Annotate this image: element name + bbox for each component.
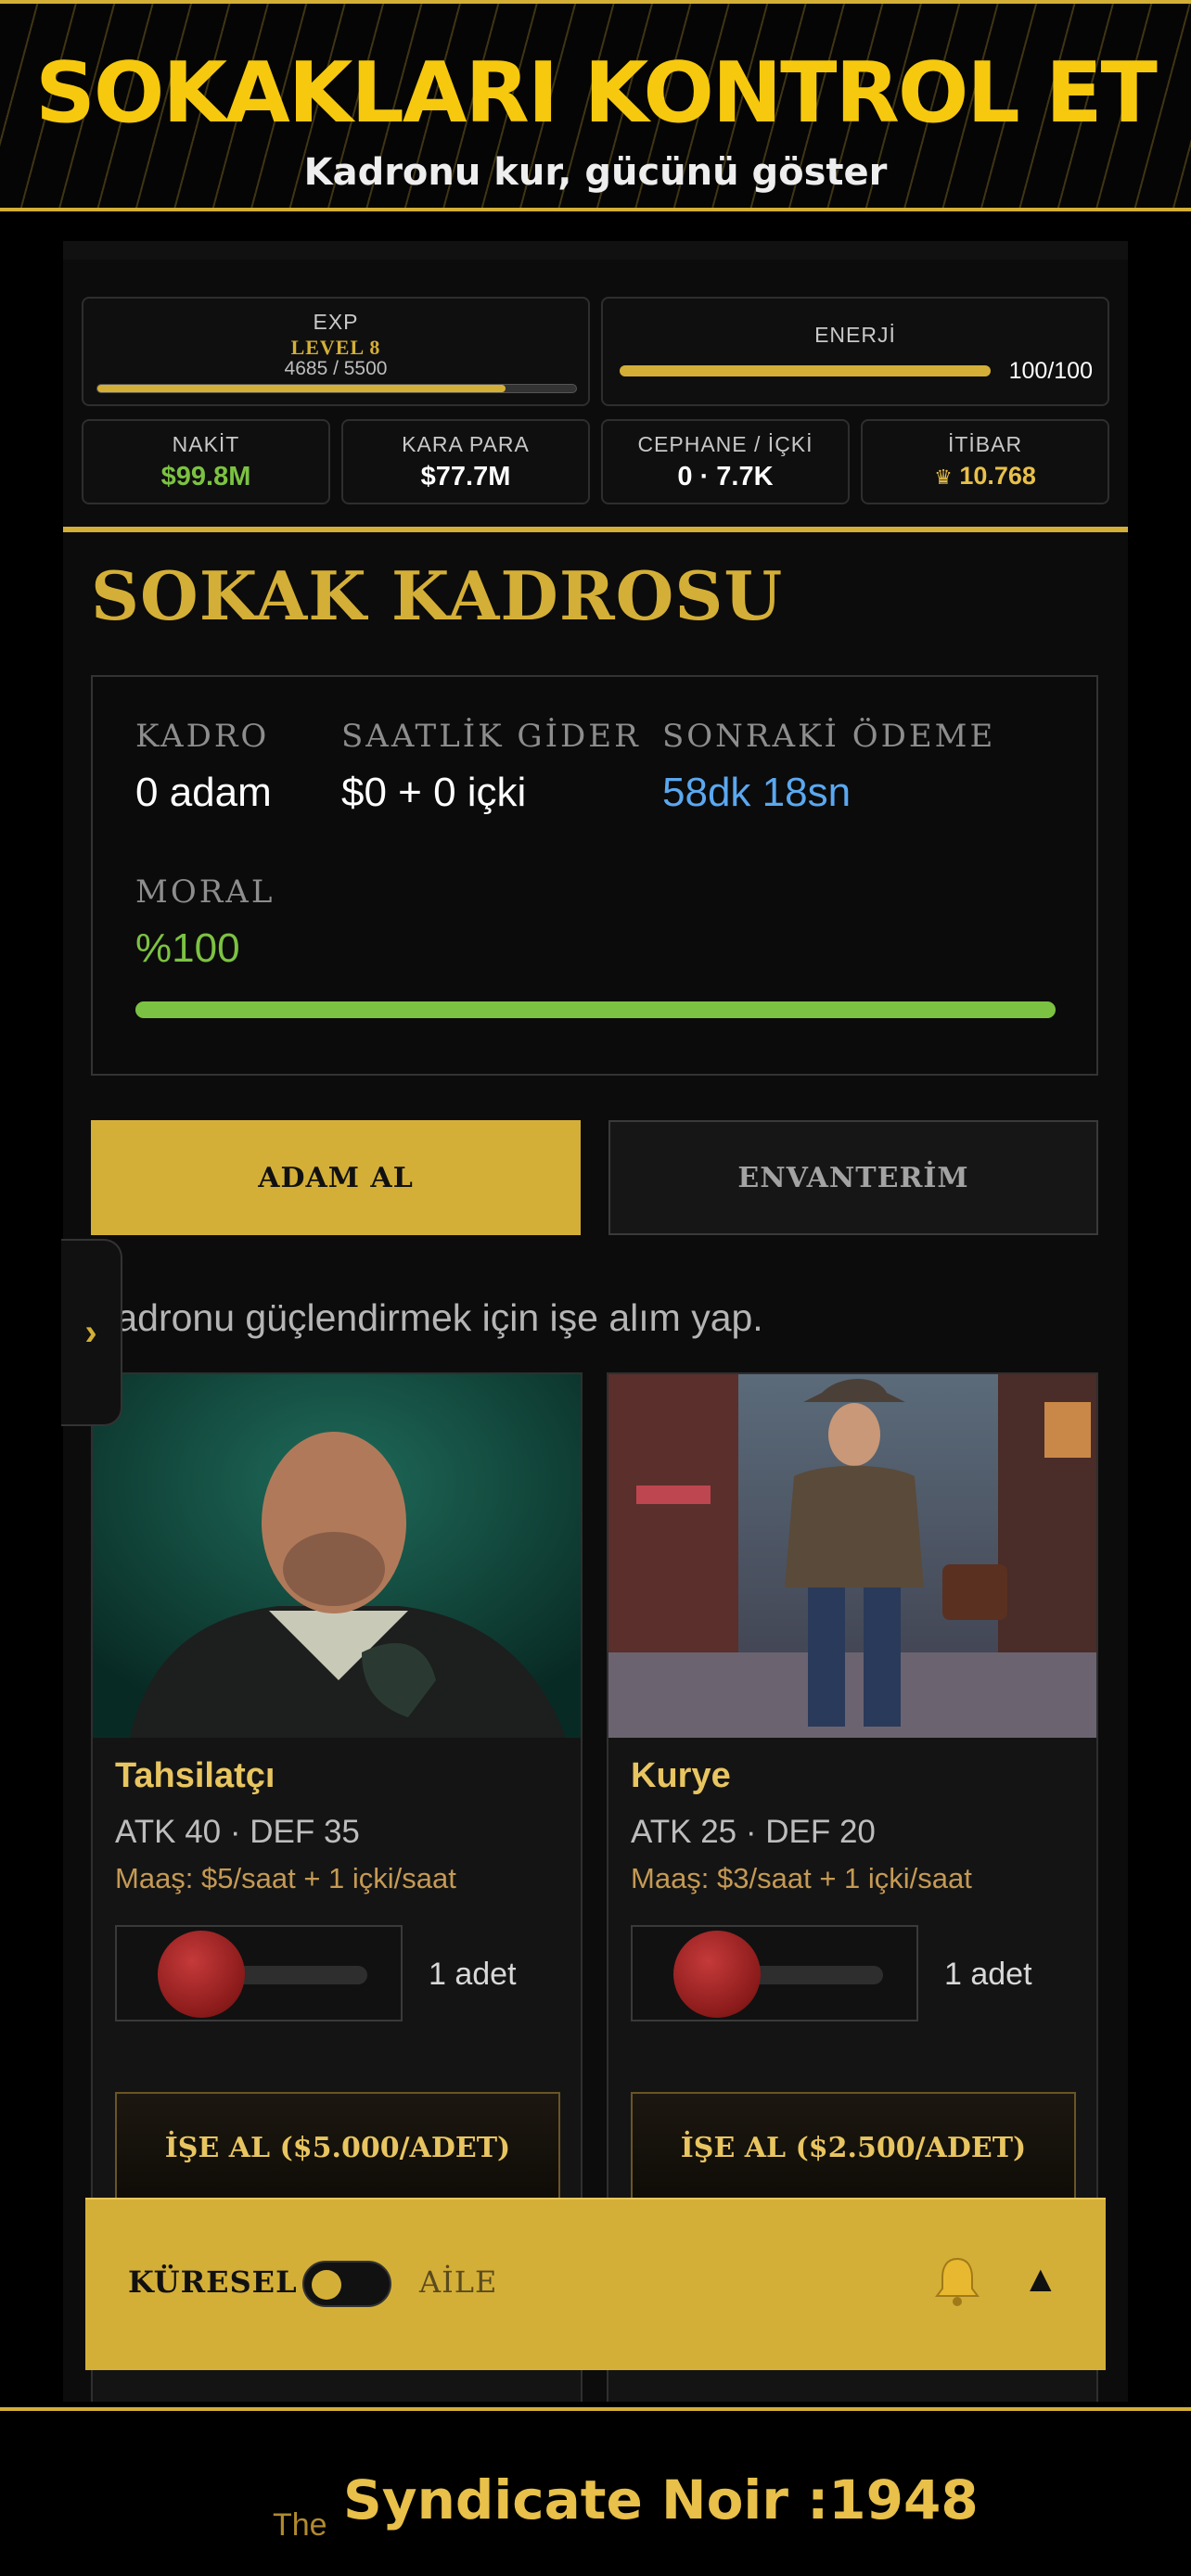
exp-progress-text: 4685 / 5500 xyxy=(284,358,388,379)
slider-knob[interactable] xyxy=(673,1931,761,2018)
recruit-photo xyxy=(608,1374,1096,1738)
section-divider xyxy=(63,527,1128,532)
exp-box: EXP LEVEL 8 4685 / 5500 xyxy=(82,297,590,406)
main-panel: EXP LEVEL 8 4685 / 5500 ENERJİ 100/100 N… xyxy=(63,241,1128,2402)
quantity-slider[interactable] xyxy=(115,1925,403,2021)
chat-channel-toggle[interactable] xyxy=(302,2261,391,2307)
arrow-up-icon[interactable]: ▲ xyxy=(1022,2259,1059,2301)
chat-family-label[interactable]: AİLE xyxy=(419,2264,497,2300)
footer-prefix: The xyxy=(273,2507,327,2543)
reputation-row: ♛ 10.768 xyxy=(863,462,1108,491)
slider-track xyxy=(228,1966,367,1984)
hire-hint: Kadronu güçlendirmek için işe alım yap. xyxy=(91,1296,763,1339)
hire-button[interactable]: İŞE AL ($5.000/ADET) xyxy=(115,2092,560,2203)
side-drawer-toggle[interactable]: › xyxy=(61,1239,122,1426)
black-money-value: $77.7M xyxy=(420,462,511,491)
chevron-right-icon: › xyxy=(84,1311,97,1353)
morale-value: %100 xyxy=(135,925,240,971)
roster-value: 0 adam xyxy=(135,770,272,815)
top-banner: SOKAKLARI KONTROL ET Kadronu kur, gücünü… xyxy=(0,0,1191,211)
next-payment-value: 58dk 18sn xyxy=(662,770,852,815)
exp-progress-fill xyxy=(97,385,506,392)
cost-label: SAATLİK GİDER xyxy=(341,718,641,755)
morale-bar xyxy=(135,1001,1056,1018)
ammo-label: CEPHANE / İÇKİ xyxy=(637,432,813,456)
quantity-slider[interactable] xyxy=(631,1925,918,2021)
cost-value: $0 + 0 içki xyxy=(341,770,527,815)
exp-level: LEVEL 8 xyxy=(290,336,381,359)
roster-label: KADRO xyxy=(135,718,270,755)
energy-box: ENERJİ 100/100 xyxy=(601,297,1109,406)
cash-box: NAKİT $99.8M xyxy=(82,419,330,504)
toggle-knob xyxy=(312,2270,341,2300)
slider-knob[interactable] xyxy=(158,1931,245,2018)
reputation-label: İTİBAR xyxy=(947,432,1023,456)
banner-subtitle: Kadronu kur, gücünü göster xyxy=(303,151,888,194)
recruit-stats: ATK 40 · DEF 35 xyxy=(115,1814,360,1850)
quantity-label: 1 adet xyxy=(429,1957,517,1992)
crown-icon: ♛ xyxy=(934,465,953,489)
ammo-value: 0 · 7.7K xyxy=(677,462,774,491)
recruit-wage: Maaş: $3/saat + 1 içki/saat xyxy=(631,1862,972,1894)
reputation-value: 10.768 xyxy=(959,462,1036,490)
energy-label: ENERJİ xyxy=(814,323,896,347)
quantity-label: 1 adet xyxy=(944,1957,1032,1992)
ammo-box: CEPHANE / İÇKİ 0 · 7.7K xyxy=(601,419,850,504)
slider-track xyxy=(744,1966,883,1984)
black-money-label: KARA PARA xyxy=(402,432,530,456)
footer-title: Syndicate Noir :1948 xyxy=(343,2468,979,2531)
exp-progress-bar xyxy=(96,384,577,393)
reputation-box: İTİBAR ♛ 10.768 xyxy=(861,419,1109,504)
cash-label: NAKİT xyxy=(172,432,240,456)
cash-value: $99.8M xyxy=(160,462,251,491)
recruit-photo xyxy=(93,1374,581,1738)
recruit-name: Kurye xyxy=(631,1756,731,1795)
bell-icon[interactable] xyxy=(929,2253,985,2309)
section-title: SOKAK KADROSU xyxy=(91,556,784,635)
energy-bar xyxy=(620,365,991,376)
energy-value: 100/100 xyxy=(1008,358,1093,384)
chat-global-label[interactable]: KÜRESEL xyxy=(128,2264,298,2300)
roster-summary: KADRO 0 adam SAATLİK GİDER $0 + 0 içki S… xyxy=(91,675,1098,1076)
recruit-wage: Maaş: $5/saat + 1 içki/saat xyxy=(115,1862,456,1894)
chat-bar: KÜRESEL AİLE ▲ xyxy=(85,2198,1106,2370)
morale-label: MORAL xyxy=(135,874,275,911)
morale-fill xyxy=(135,1001,1056,1018)
next-payment-label: SONRAKİ ÖDEME xyxy=(662,718,996,755)
recruit-name: Tahsilatçı xyxy=(115,1756,275,1795)
black-money-box: KARA PARA $77.7M xyxy=(341,419,590,504)
energy-fill xyxy=(620,365,991,376)
tab-hire[interactable]: ADAM AL xyxy=(91,1120,581,1235)
hire-button[interactable]: İŞE AL ($2.500/ADET) xyxy=(631,2092,1076,2203)
recruit-stats: ATK 25 · DEF 20 xyxy=(631,1814,876,1850)
footer: The Syndicate Noir :1948 xyxy=(0,2407,1191,2576)
tab-inventory[interactable]: ENVANTERİM xyxy=(608,1120,1098,1235)
banner-title: SOKAKLARI KONTROL ET xyxy=(35,45,1158,142)
exp-label: EXP xyxy=(313,310,359,334)
